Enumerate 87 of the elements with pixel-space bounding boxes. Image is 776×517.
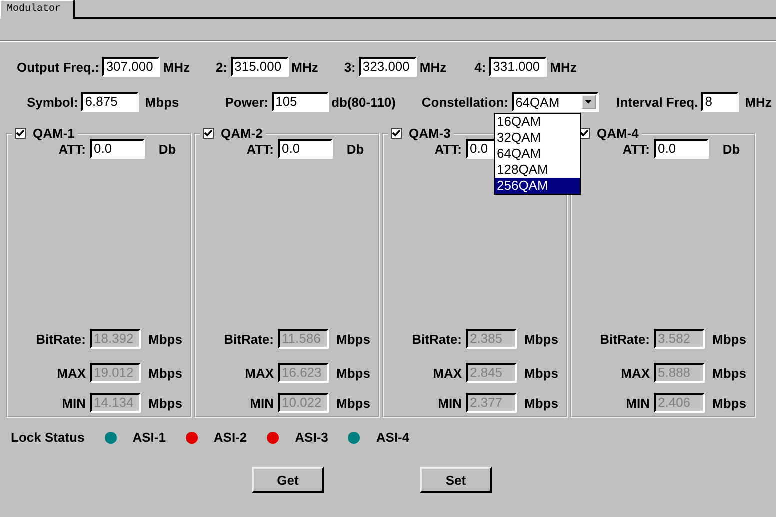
field-label: BitRate: — [411, 332, 462, 346]
field-label: 3: — [344, 60, 356, 74]
unit-label: db(80-110) — [332, 94, 396, 110]
readonly-field: 5.888 — [654, 363, 705, 383]
dropdown-option[interactable]: 128QAM — [495, 162, 580, 178]
field-label: MAX — [244, 366, 274, 380]
field-label: MAX — [56, 366, 86, 380]
input-field[interactable]: 0.0 — [278, 139, 333, 159]
field-label: Symbol: — [27, 94, 78, 110]
channel-label: QAM-4 — [597, 126, 639, 141]
field-label: ATT: — [58, 142, 86, 156]
status-label: ASI-4 — [376, 430, 410, 445]
field-label: MAX — [432, 366, 462, 380]
readonly-field: 2.406 — [654, 393, 705, 413]
unit-label: MHz — [163, 60, 190, 74]
input-field[interactable]: 0.0 — [654, 139, 709, 159]
readonly-field: 18.392 — [90, 329, 141, 349]
field-label: Power: — [225, 94, 269, 110]
dropdown-option[interactable]: 16QAM — [495, 114, 580, 130]
field-label: Constellation: — [422, 94, 509, 110]
field-label: MIN — [625, 396, 650, 410]
channel-label: QAM-3 — [409, 126, 451, 141]
field-label: ATT: — [622, 142, 650, 156]
readonly-field: 16.623 — [278, 363, 329, 383]
input-field[interactable]: 323.000 — [358, 57, 417, 77]
unit-label: Db — [346, 142, 366, 156]
field-label: ATT: — [434, 142, 462, 156]
unit-label: Db — [158, 142, 178, 156]
readonly-field: 14.134 — [90, 393, 141, 413]
unit-label: Mbps — [148, 332, 184, 346]
unit-label: Mbps — [148, 396, 184, 410]
field-label: 2: — [216, 60, 228, 74]
readonly-field: 2.385 — [466, 329, 517, 349]
field-label: MIN — [61, 396, 86, 410]
field-label: MAX — [620, 366, 650, 380]
unit-label: MHz — [420, 60, 447, 74]
channel-label: QAM-2 — [221, 126, 263, 141]
readonly-field: 2.845 — [466, 363, 517, 383]
unit-label: Mbps — [336, 396, 372, 410]
readonly-field: 10.022 — [278, 393, 329, 413]
unit-label: MHz — [550, 60, 577, 74]
set-button[interactable]: Set — [420, 467, 492, 493]
field-label: ATT: — [246, 142, 274, 156]
readonly-field: 3.582 — [654, 329, 705, 349]
input-field[interactable]: 8 — [701, 92, 740, 112]
channel-label: QAM-1 — [33, 126, 75, 141]
unit-label: Db — [722, 142, 742, 156]
field-label: BitRate: — [223, 332, 274, 346]
input-field[interactable]: 307.000 — [102, 57, 160, 77]
unit-label: Mbps — [712, 332, 748, 346]
checkbox[interactable] — [203, 128, 214, 139]
modulator-tab[interactable]: Modulator — [0, 0, 75, 19]
input-field[interactable]: 0.0 — [90, 139, 145, 159]
status-label: ASI-3 — [295, 430, 328, 445]
unit-label: Mbps — [524, 332, 560, 346]
get-button[interactable]: Get — [252, 467, 324, 493]
field-label: MIN — [249, 396, 274, 410]
unit-label: Mbps — [524, 396, 560, 410]
status-label: ASI-2 — [214, 430, 248, 445]
unit-label: MHz — [745, 94, 772, 110]
checkbox[interactable] — [15, 128, 26, 139]
unit-label: Mbps — [148, 366, 184, 380]
unit-label: Mbps — [712, 396, 748, 410]
readonly-field: 19.012 — [90, 363, 141, 383]
field-label: BitRate: — [599, 332, 650, 346]
status-label: ASI-1 — [132, 430, 166, 445]
input-field[interactable]: 105 — [272, 92, 329, 112]
unit-label: Mbps — [336, 332, 372, 346]
unit-label: Mbps — [145, 94, 180, 110]
readonly-field: 2.377 — [466, 393, 517, 413]
input-field[interactable]: 315.000 — [230, 57, 289, 77]
unit-label: Mbps — [524, 366, 560, 380]
field-label: 4: — [474, 60, 486, 74]
dropdown-option[interactable]: 256QAM — [495, 178, 580, 194]
input-field[interactable]: 331.000 — [489, 57, 548, 77]
unit-label: Mbps — [336, 366, 372, 380]
field-label: Output Freq.: — [17, 60, 100, 74]
unit-label: MHz — [292, 60, 318, 74]
input-field[interactable]: 6.875 — [81, 92, 140, 112]
field-label: BitRate: — [35, 332, 86, 346]
unit-label: Mbps — [712, 366, 748, 380]
lock-status-label: Lock Status — [11, 430, 85, 445]
dropdown[interactable]: 64QAM — [512, 92, 599, 112]
checkbox[interactable] — [391, 128, 402, 139]
readonly-field: 11.586 — [278, 329, 329, 349]
field-label: MIN — [437, 396, 462, 410]
field-label: Interval Freq. — [616, 94, 698, 110]
